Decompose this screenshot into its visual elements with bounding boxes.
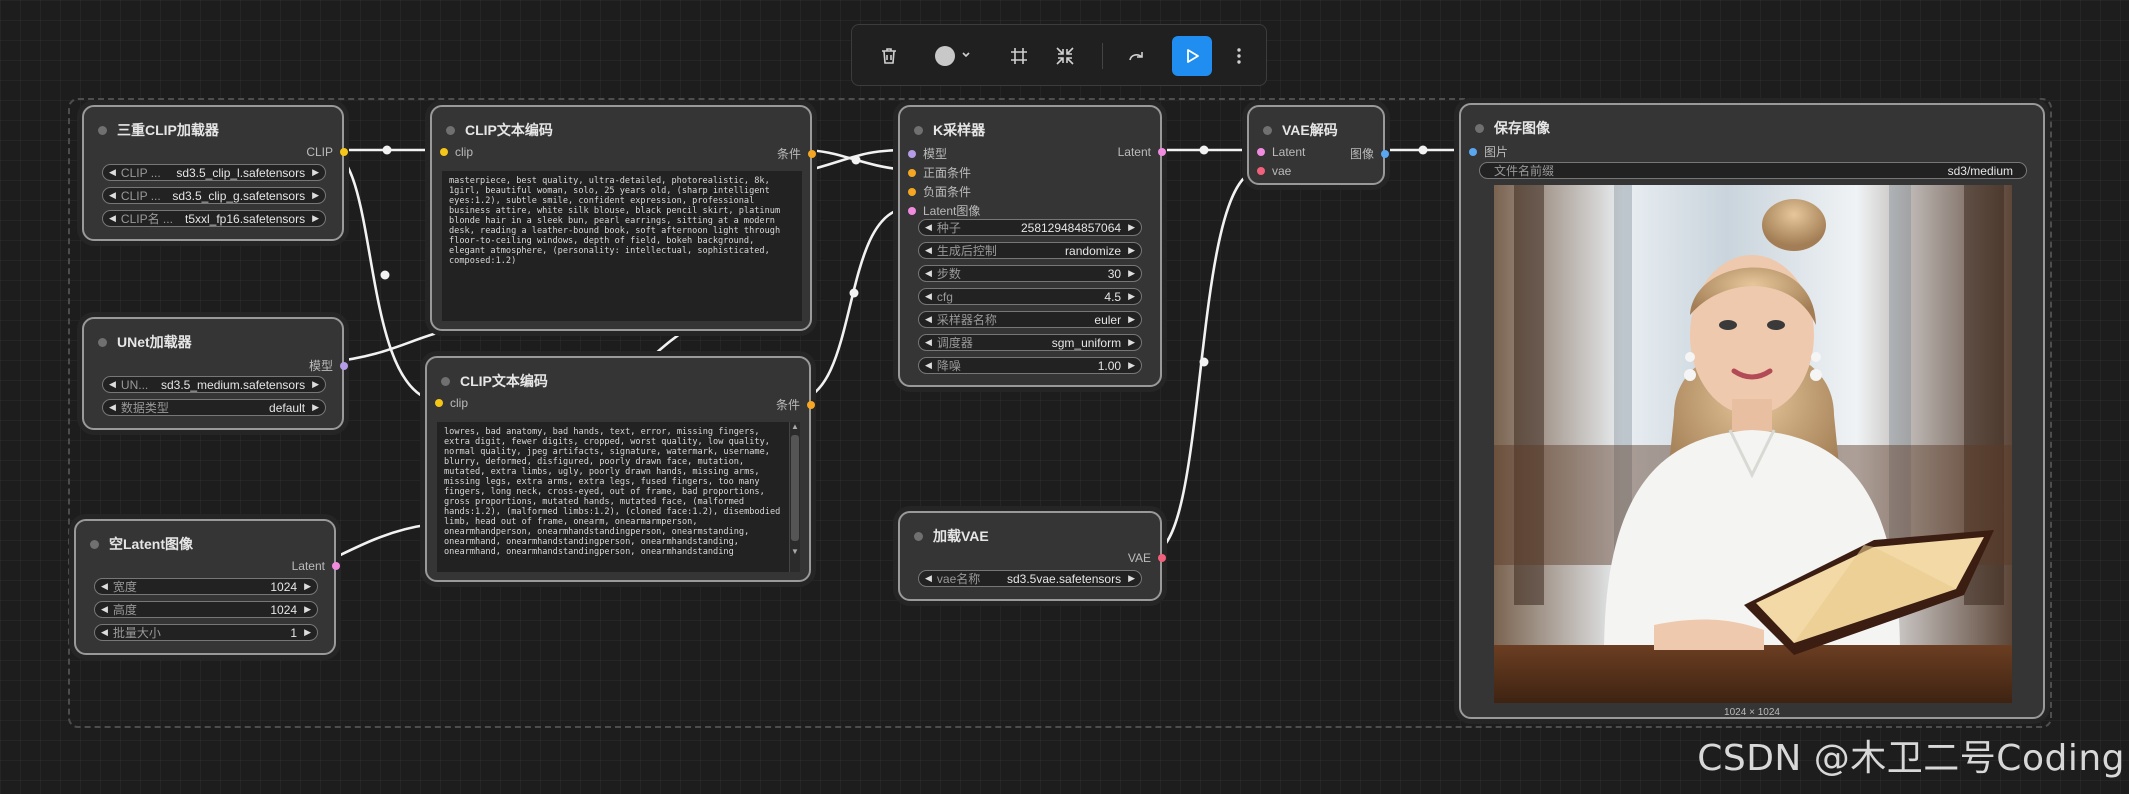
seed-stepper[interactable]: ◀ 种子 258129484857064 ▶ — [918, 219, 1142, 236]
redo-icon[interactable] — [1120, 39, 1154, 73]
node-title: K采样器 — [933, 122, 986, 138]
weight-dtype-combo[interactable]: ◀ 数据类型 default ▶ — [102, 399, 326, 416]
node-collapse-dot[interactable] — [98, 125, 107, 135]
node-title: 加载VAE — [933, 528, 989, 544]
port-dot[interactable] — [340, 361, 348, 370]
port-dot[interactable] — [435, 399, 443, 407]
node-title: CLIP文本编码 — [465, 122, 553, 138]
watermark-text: CSDN @木卫二号Coding — [1697, 738, 2125, 779]
sampler-name-combo[interactable]: ◀ 采样器名称 euler ▶ — [918, 311, 1142, 328]
output-image-preview[interactable] — [1494, 185, 2012, 703]
color-dot-icon — [935, 46, 955, 66]
node-collapse-dot[interactable] — [1475, 123, 1484, 133]
input-clip[interactable]: clip — [440, 145, 473, 159]
node-unet-loader[interactable]: UNet加载器 模型 ◀ UN... sd3.5_medium.safetensor… — [82, 317, 348, 430]
input-images[interactable]: 图片 — [1469, 143, 1508, 160]
positive-prompt-textarea[interactable]: masterpiece, best quality, ultra-detaile… — [442, 171, 802, 321]
unet-name-combo[interactable]: ◀ UN... sd3.5_medium.safetensors ▶ — [102, 376, 326, 393]
port-dot[interactable] — [908, 206, 916, 215]
output-clip[interactable]: CLIP — [306, 145, 348, 159]
input-clip[interactable]: clip — [435, 396, 468, 410]
port-dot[interactable] — [1381, 149, 1389, 158]
scheduler-combo[interactable]: ◀ 调度器 sgm_uniform ▶ — [918, 334, 1142, 351]
input-latent-image[interactable]: Latent图像 — [908, 202, 980, 219]
node-vae-decode[interactable]: VAE解码 Latent vae 图像 — [1247, 105, 1389, 185]
node-save-image[interactable]: 保存图像 图片 文件名前缀 sd3/medium 1024 × 1024 — [1459, 103, 2045, 719]
color-picker-button[interactable] — [926, 39, 980, 73]
output-model[interactable]: 模型 — [309, 357, 348, 374]
toolbar-separator — [1102, 43, 1103, 69]
node-ksampler[interactable]: K采样器 模型 正面条件 负面条件 Latent图像 Latent ◀ 种子 258… — [898, 105, 1166, 387]
node-collapse-dot[interactable] — [1263, 125, 1272, 135]
node-collapse-dot[interactable] — [914, 125, 923, 135]
node-title: VAE解码 — [1282, 122, 1338, 138]
negative-prompt-textarea[interactable]: lowres, bad anatomy, bad hands, text, er… — [437, 422, 789, 572]
node-collapse-dot[interactable] — [914, 531, 923, 541]
more-icon[interactable] — [1222, 39, 1256, 73]
output-conditioning[interactable]: 条件 — [776, 396, 815, 413]
batch-size-stepper[interactable]: ◀ 批量大小 1 ▶ — [94, 624, 318, 641]
port-dot[interactable] — [908, 168, 916, 177]
clip-name-3-combo[interactable]: ◀ CLIP名 ... t5xxl_fp16.safetensors ▶ — [102, 210, 326, 227]
node-vae-loader[interactable]: 加载VAE VAE ◀ vae名称 sd3.5vae.safetensors ▶ — [898, 511, 1166, 601]
port-dot[interactable] — [1158, 148, 1166, 156]
node-title: 三重CLIP加载器 — [117, 122, 219, 138]
collapse-icon[interactable] — [1048, 39, 1082, 73]
port-dot[interactable] — [332, 562, 340, 570]
cfg-stepper[interactable]: ◀ cfg 4.5 ▶ — [918, 288, 1142, 305]
input-latent[interactable]: Latent — [1257, 145, 1305, 159]
vae-name-combo[interactable]: ◀ vae名称 sd3.5vae.safetensors ▶ — [918, 570, 1142, 587]
port-dot[interactable] — [807, 400, 815, 409]
chevron-down-icon — [961, 47, 971, 65]
port-dot[interactable] — [1469, 147, 1477, 156]
node-collapse-dot[interactable] — [90, 539, 99, 549]
scroll-up-icon[interactable]: ▲ — [790, 422, 800, 431]
node-collapse-dot[interactable] — [441, 376, 450, 386]
input-model[interactable]: 模型 — [908, 145, 947, 162]
node-clip-text-encode-negative[interactable]: CLIP文本编码 clip 条件 lowres, bad anatomy, ba… — [425, 356, 815, 582]
input-positive[interactable]: 正面条件 — [908, 164, 971, 181]
node-title: 保存图像 — [1494, 120, 1550, 136]
node-collapse-dot[interactable] — [98, 337, 107, 347]
output-conditioning[interactable]: 条件 — [777, 145, 816, 162]
port-dot[interactable] — [908, 187, 916, 196]
port-dot[interactable] — [908, 149, 916, 158]
port-dot[interactable] — [340, 148, 348, 156]
input-negative[interactable]: 负面条件 — [908, 183, 971, 200]
filename-prefix-field[interactable]: 文件名前缀 sd3/medium — [1479, 162, 2027, 179]
clip-name-2-combo[interactable]: ◀ CLIP ... sd3.5_clip_g.safetensors ▶ — [102, 187, 326, 204]
scrollbar-thumb[interactable] — [791, 435, 799, 541]
clip-name-1-combo[interactable]: ◀ CLIP ... sd3.5_clip_l.safetensors ▶ — [102, 164, 326, 181]
denoise-stepper[interactable]: ◀ 降噪 1.00 ▶ — [918, 357, 1142, 374]
run-icon[interactable] — [1172, 36, 1212, 76]
node-triple-clip-loader[interactable]: 三重CLIP加载器 CLIP ◀ CLIP ... sd3.5_clip_l.saf… — [82, 105, 348, 241]
node-title: CLIP文本编码 — [460, 373, 548, 389]
textarea-scrollbar[interactable]: ▲ ▼ — [789, 422, 800, 572]
port-dot[interactable] — [808, 149, 816, 158]
output-image[interactable]: 图像 — [1350, 145, 1389, 162]
canvas-toolbar — [851, 24, 1267, 86]
trash-icon[interactable] — [872, 39, 906, 73]
control-after-generate-combo[interactable]: ◀ 生成后控制 randomize ▶ — [918, 242, 1142, 259]
node-title: 空Latent图像 — [109, 536, 193, 552]
image-size-label: 1024 × 1024 — [1724, 707, 1780, 718]
steps-stepper[interactable]: ◀ 步数 30 ▶ — [918, 265, 1142, 282]
scroll-down-icon[interactable]: ▼ — [790, 547, 800, 556]
port-dot[interactable] — [1158, 554, 1166, 562]
height-stepper[interactable]: ◀ 高度 1024 ▶ — [94, 601, 318, 618]
port-dot[interactable] — [440, 148, 448, 156]
frame-icon[interactable] — [1002, 39, 1036, 73]
input-vae[interactable]: vae — [1257, 164, 1291, 178]
port-dot[interactable] — [1257, 167, 1265, 175]
width-stepper[interactable]: ◀ 宽度 1024 ▶ — [94, 578, 318, 595]
node-empty-latent-image[interactable]: 空Latent图像 Latent ◀ 宽度 1024 ▶ ◀ 高度 1024 ▶ ◀ 批量大小… — [74, 519, 340, 655]
generated-image — [1494, 185, 2012, 703]
output-latent[interactable]: Latent — [1118, 145, 1166, 159]
output-vae[interactable]: VAE — [1128, 551, 1166, 565]
output-latent[interactable]: Latent — [292, 559, 340, 573]
node-collapse-dot[interactable] — [446, 125, 455, 135]
port-dot[interactable] — [1257, 148, 1265, 156]
node-title: UNet加载器 — [117, 334, 192, 350]
node-clip-text-encode-positive[interactable]: CLIP文本编码 clip 条件 masterpiece, best quali… — [430, 105, 816, 331]
